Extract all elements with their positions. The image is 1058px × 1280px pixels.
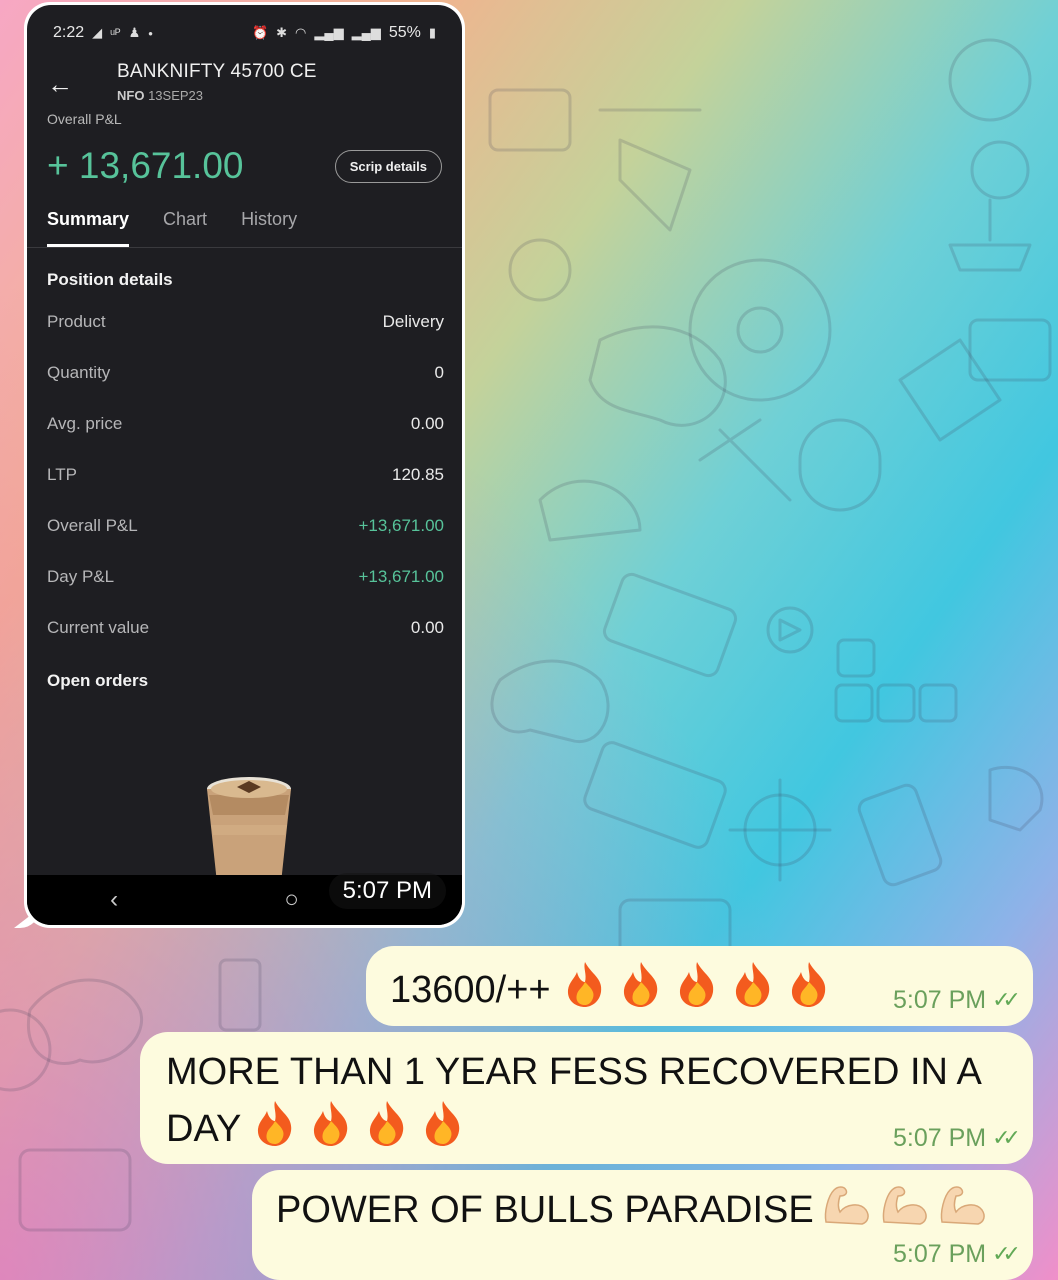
back-arrow-icon[interactable]: ← [47, 69, 73, 100]
tab-chart[interactable]: Chart [163, 209, 207, 247]
expiry-label: 13SEP23 [148, 88, 204, 103]
status-time: 2:22 [53, 24, 85, 41]
tamagotchi-doodle [798, 418, 882, 512]
gamepad-doodle [588, 325, 727, 427]
detail-key: Overall P&L [47, 515, 138, 535]
detail-value: Delivery [382, 311, 444, 331]
scrip-details-button[interactable]: Scrip details [334, 149, 442, 183]
detail-row-overall-pnl: Overall P&L +13,671.00 [27, 500, 462, 551]
detail-key: LTP [47, 464, 77, 484]
scrip-header: ← BANKNIFTY 45700 CE NFO 13SEP23 Overall… [27, 61, 462, 187]
outgoing-message[interactable]: 13600/++ 5:07 PM ✓✓ [366, 946, 1033, 1026]
overall-pnl-value: + 13,671.00 [47, 145, 244, 186]
detail-key: Day P&L [47, 566, 115, 586]
double-check-icon: ✓✓ [992, 987, 1021, 1013]
fire-icon [314, 1101, 348, 1147]
tab-summary[interactable]: Summary [47, 209, 130, 247]
wifi-icon: ◠ [295, 25, 307, 40]
flexed-biceps-emoji-group [814, 1186, 988, 1231]
detail-key: Product [47, 311, 106, 331]
tape-doodle [898, 338, 1002, 442]
bluetooth-icon: ✱ [276, 25, 288, 40]
detail-value: 0 [434, 362, 444, 382]
space-invader-doodle [26, 978, 144, 1065]
message-time: 5:07 PM ✓✓ [893, 983, 1021, 1018]
detail-row-quantity: Quantity 0 [27, 347, 462, 398]
nav-back-icon[interactable]: ‹ [110, 886, 118, 914]
message-time: 5:07 PM ✓✓ [893, 1121, 1021, 1156]
detail-key: Current value [47, 617, 150, 637]
signal-2-icon: ▂▄▆ [351, 25, 381, 40]
fire-icon [426, 1101, 460, 1147]
message-time: 5:07 PM ✓✓ [893, 1237, 1021, 1272]
exchange-label: NFO [117, 88, 145, 103]
chai-glass-icon [207, 777, 291, 883]
overall-pnl-label: Overall P&L [47, 111, 122, 127]
double-check-icon: ✓✓ [992, 1241, 1021, 1267]
detail-row-day-pnl: Day P&L +13,671.00 [27, 551, 462, 602]
detail-value: 0.00 [410, 617, 444, 637]
joystick-doodle [970, 140, 1030, 200]
console-doodle [583, 741, 727, 849]
message-time-text: 5:07 PM [893, 1240, 987, 1268]
flexed-biceps-icon [940, 1186, 985, 1225]
lego-brick-doodle [488, 88, 572, 152]
detail-value: 120.85 [392, 464, 444, 484]
nav-home-icon[interactable]: ○ [284, 886, 299, 914]
trading-app-screenshot: 2:22 ◢ ᵘᴾ ♟ • ⏰ ✱ ◠ ▂▄▆ ▂▄▆ 55% ▮ ← BANK… [27, 5, 462, 925]
telegram-icon: ◢ [92, 25, 103, 40]
message-time-text: 5:07 PM [893, 986, 987, 1014]
status-bar: 2:22 ◢ ᵘᴾ ♟ • ⏰ ✱ ◠ ▂▄▆ ▂▄▆ 55% ▮ [27, 5, 462, 61]
open-orders-title: Open orders [47, 671, 149, 690]
scrip-title: BANKNIFTY 45700 CE [117, 61, 317, 82]
fire-icon [735, 962, 769, 1007]
fire-emoji-group [241, 1101, 465, 1150]
fire-icon [679, 962, 713, 1007]
detail-row-product: Product Delivery [27, 296, 462, 347]
fire-icon [623, 962, 657, 1007]
alarm-icon: ⏰ [251, 25, 269, 40]
detail-key: Quantity [47, 362, 111, 382]
scrip-subtitle: NFO 13SEP23 [117, 88, 442, 103]
message-text: POWER OF BULLS PARADISE [276, 1189, 814, 1231]
message-text: 13600/++ [390, 969, 551, 1011]
detail-key: Avg. price [47, 413, 123, 433]
flexed-biceps-icon [824, 1186, 869, 1225]
tab-history[interactable]: History [241, 209, 297, 247]
double-check-icon: ✓✓ [992, 1125, 1021, 1151]
detail-row-current-value: Current value 0.00 [27, 602, 462, 653]
battery-icon: ▮ [428, 25, 436, 40]
fire-icon [567, 962, 601, 1007]
position-details-title: Position details [47, 270, 173, 289]
message-time-text: 5:07 PM [893, 1124, 987, 1152]
pickaxe-doodle [698, 418, 792, 502]
detail-row-ltp: LTP 120.85 [27, 449, 462, 500]
controller-doodle [490, 659, 610, 744]
battery-percent: 55% [388, 24, 421, 41]
steering-wheel-doodle [688, 258, 832, 402]
outgoing-message[interactable]: MORE THAN 1 YEAR FESS RECOVERED IN A DAY… [140, 1032, 1033, 1164]
detail-value: +13,671.00 [358, 566, 444, 586]
fire-icon [370, 1101, 404, 1147]
detail-row-avg-price: Avg. price 0.00 [27, 398, 462, 449]
outgoing-message[interactable]: POWER OF BULLS PARADISE 5:07 PM ✓✓ [252, 1170, 1033, 1280]
fire-icon [791, 962, 825, 1007]
image-message-bubble[interactable]: 2:22 ◢ ᵘᴾ ♟ • ⏰ ✱ ◠ ▂▄▆ ▂▄▆ 55% ▮ ← BANK… [14, 2, 465, 928]
flexed-biceps-icon [882, 1186, 927, 1225]
position-details-list: Product Delivery Quantity 0 Avg. price 0… [27, 296, 462, 653]
tab-bar: Summary Chart History [27, 209, 462, 248]
detail-value: 0.00 [410, 413, 444, 433]
fire-icon [258, 1101, 292, 1147]
snapchat-icon: ♟ [128, 25, 141, 40]
signal-icon: ▂▄▆ [314, 25, 344, 40]
cassette-doodle [602, 572, 738, 678]
fire-emoji-group [551, 962, 831, 1011]
image-timestamp: 5:07 PM [328, 873, 446, 909]
cap-doodle [538, 479, 642, 542]
up-icon: ᵘᴾ [110, 25, 121, 41]
dot-icon: • [148, 25, 153, 41]
detail-value: +13,671.00 [358, 515, 444, 535]
